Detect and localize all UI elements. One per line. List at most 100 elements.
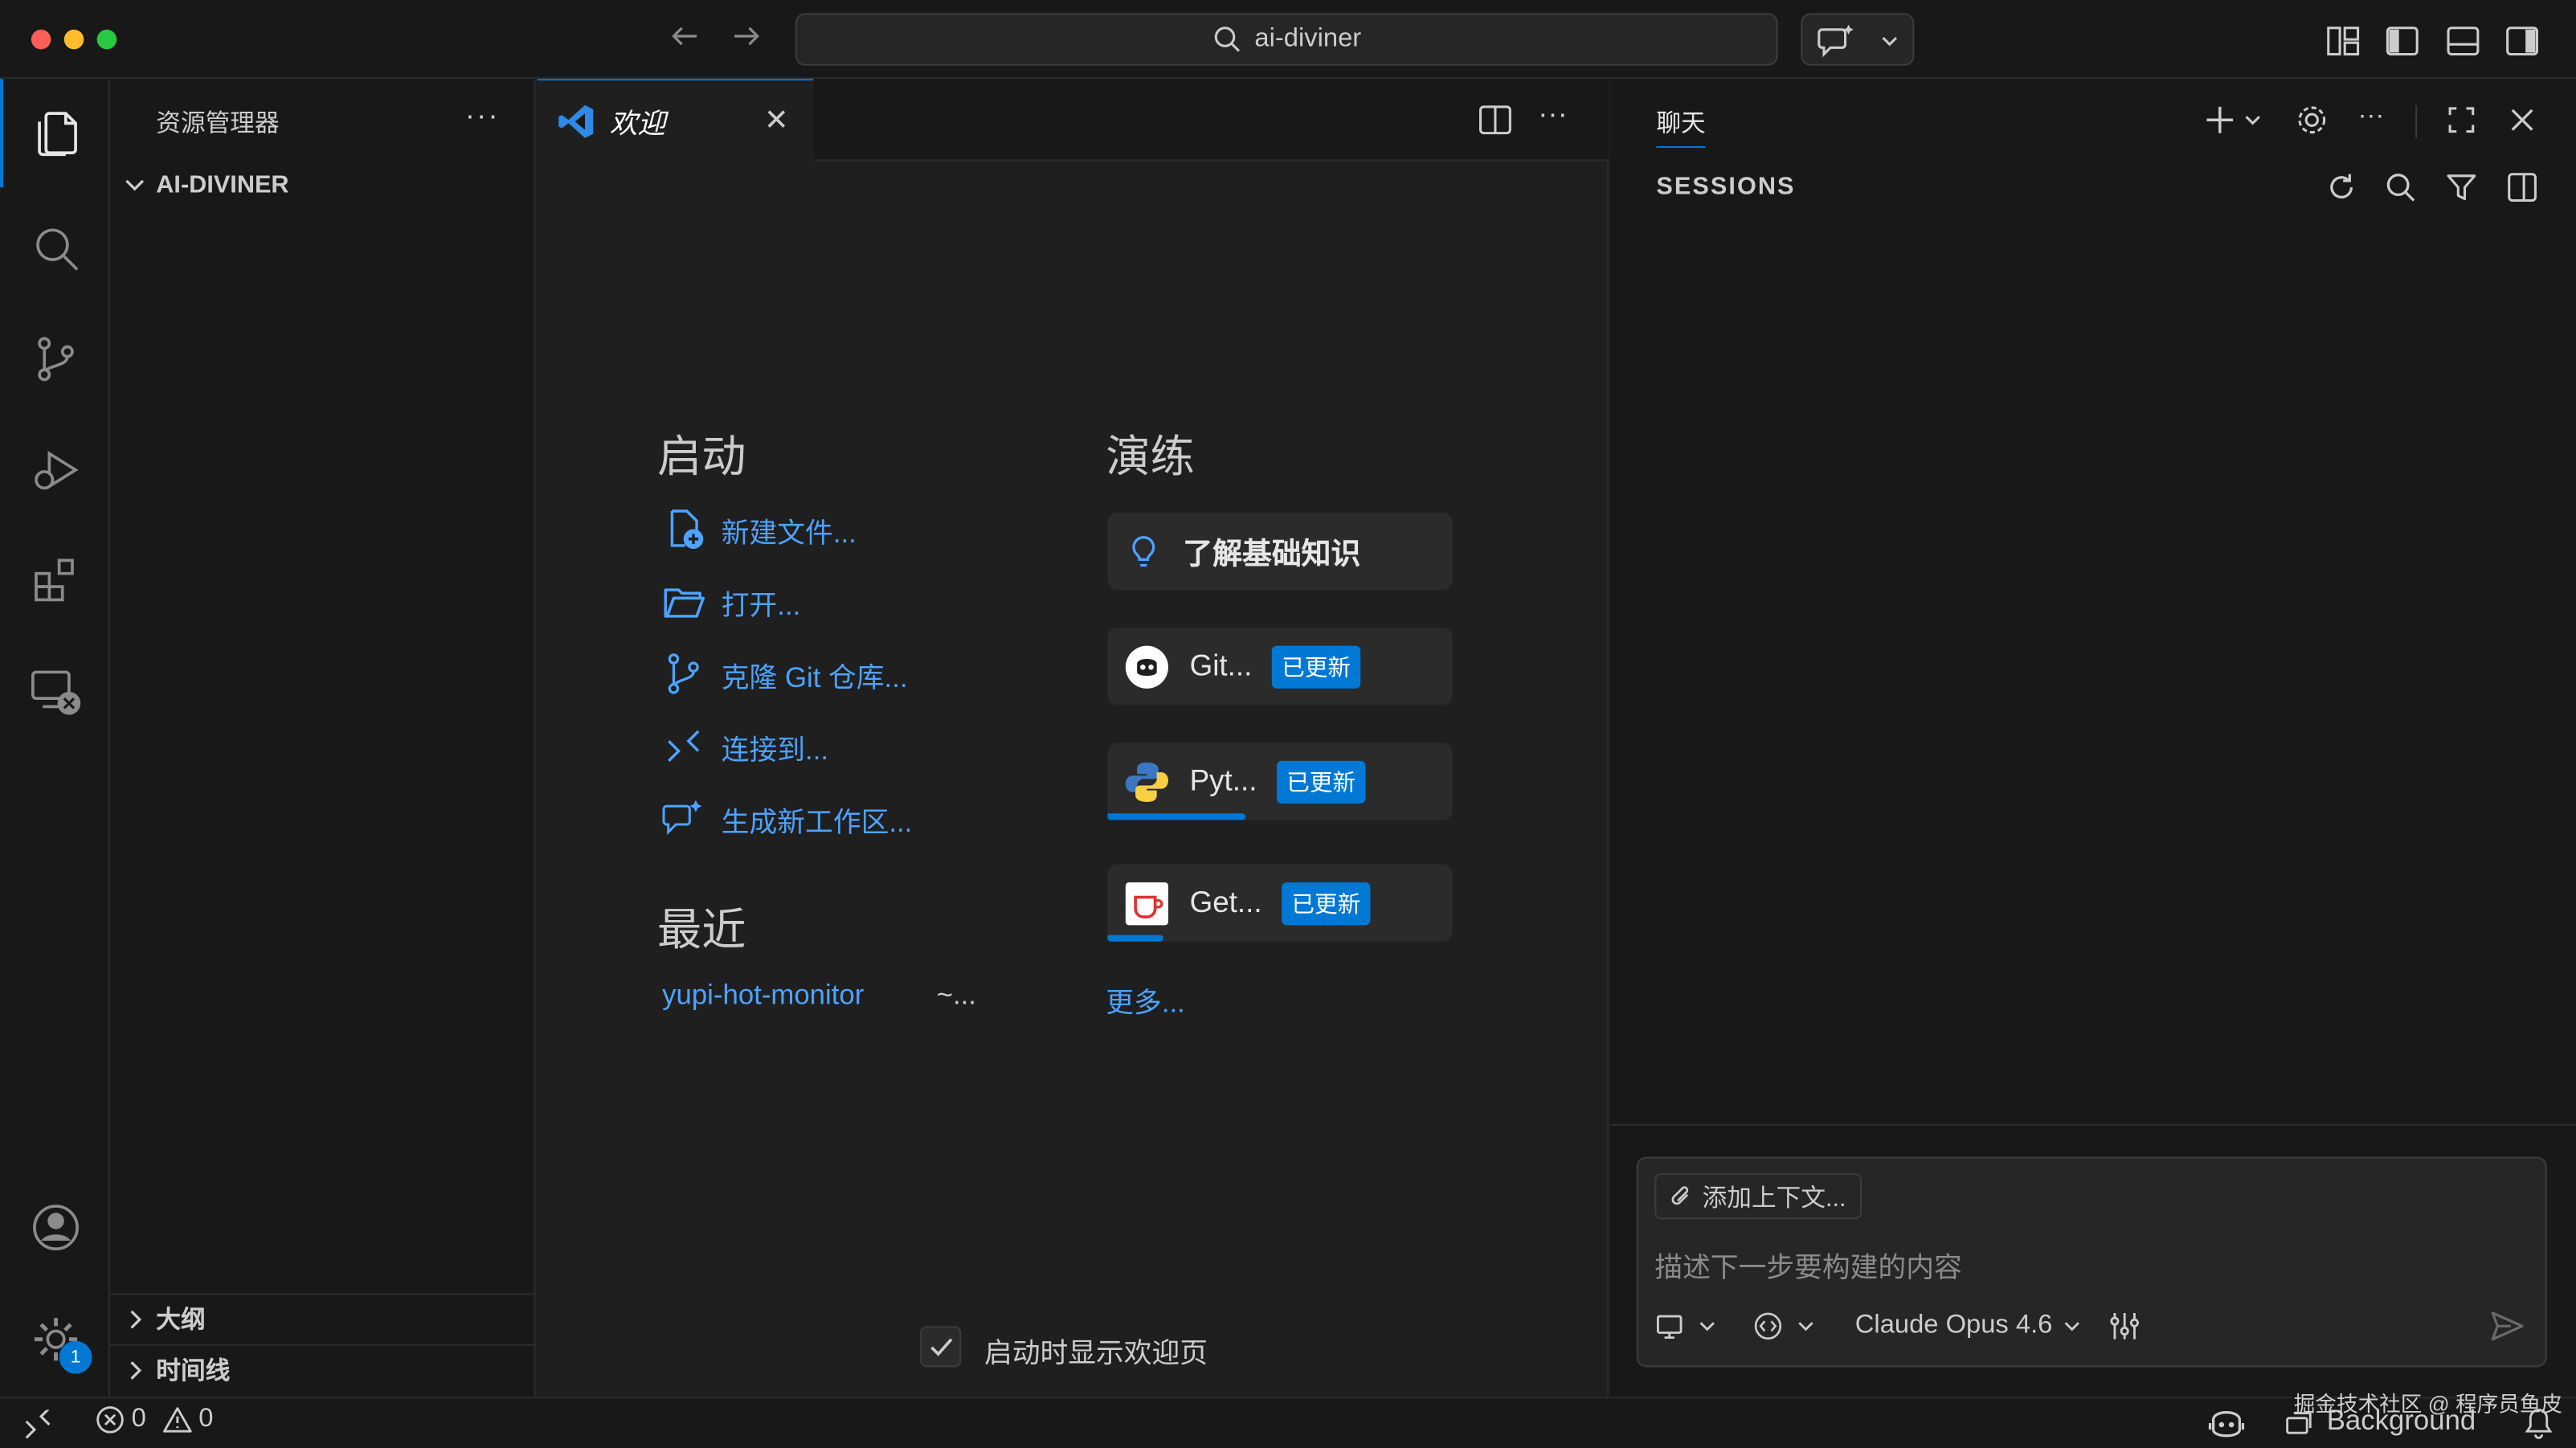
generate-workspace-link[interactable]: 生成新工作区... [662,797,912,840]
timeline-label: 时间线 [156,1357,231,1385]
walkthroughs-heading: 演练 [1106,432,1195,482]
workspace-name: ai-diviner [1254,24,1362,53]
source-control-icon [662,652,705,695]
walkthrough-python[interactable]: Pyt... 已更新 [1107,742,1453,820]
run-debug-icon[interactable] [0,415,110,524]
new-chat-plus-icon[interactable] [2202,102,2238,138]
connect-to-label: 连接到... [721,734,829,765]
tab-label: 欢迎 [609,108,666,140]
show-on-startup-checkbox[interactable] [920,1326,962,1368]
connect-to-link[interactable]: 连接到... [662,725,828,767]
explorer-icon[interactable] [0,79,110,188]
code-icon [1753,1311,1783,1341]
maximize-window-button[interactable] [96,29,117,50]
remote-explorer-icon[interactable] [0,637,110,746]
tab-chat[interactable]: 聊天 [1656,105,1706,149]
outline-section[interactable]: 大纲 [110,1293,536,1342]
extensions-icon[interactable] [0,526,110,634]
new-file-label: 新建文件... [721,517,857,549]
toggle-panel-icon[interactable] [2445,23,2480,56]
updated-badge: 已更新 [1276,759,1366,803]
problems-indicator[interactable]: 0 0 [96,1405,214,1434]
warning-icon [162,1405,192,1434]
recent-project-path: ~... [936,979,976,1011]
toggle-sessions-panel-icon[interactable] [2504,170,2541,206]
walkthrough-python-label: Pyt... [1189,763,1257,797]
walkthrough-github-label: Git... [1189,648,1253,682]
minimize-window-button[interactable] [63,29,84,50]
folder-open-icon [662,580,705,623]
new-file-link[interactable]: 新建文件... [662,508,857,550]
walkthrough-progress-bar [1107,935,1163,942]
open-link[interactable]: 打开... [662,580,800,623]
clone-git-label: 克隆 Git 仓库... [721,661,908,693]
search-icon[interactable] [0,194,110,302]
workspace-folder[interactable]: AI-DIVINER [123,171,289,198]
tab-welcome[interactable]: 欢迎 ✕ [537,79,814,162]
error-icon [96,1405,125,1434]
customize-layout-icon[interactable] [2325,23,2360,56]
chevron-right-icon [123,1307,146,1331]
close-icon[interactable] [2504,102,2541,138]
walkthrough-progress-bar [1107,813,1246,820]
refresh-icon[interactable] [2324,170,2360,206]
back-arrow-icon[interactable] [667,18,703,54]
maximize-icon[interactable] [2443,102,2480,138]
source-control-icon[interactable] [0,304,110,412]
forward-arrow-icon[interactable] [728,18,764,54]
command-center-search[interactable]: ai-diviner [795,13,1778,66]
target-picker[interactable] [1654,1311,1717,1341]
close-icon[interactable]: ✕ [764,104,789,138]
chat-more-button[interactable]: ··· [2353,99,2389,135]
show-on-startup-label: 启动时显示欢迎页 [983,1337,1208,1369]
chat-divider [1610,1123,2576,1126]
add-context-button[interactable]: 添加上下文... [1654,1173,1861,1220]
chat-input-box[interactable]: 添加上下文... 描述下一步要构建的内容 Claude Opus 4.6 [1636,1156,2547,1368]
walkthrough-java[interactable]: Get... 已更新 [1107,864,1453,942]
model-picker[interactable]: Claude Opus 4.6 [1855,1311,2082,1341]
manage-gear-icon[interactable] [0,1285,110,1393]
walkthrough-github[interactable]: Git... 已更新 [1107,628,1453,706]
toggle-primary-sidebar-icon[interactable] [2384,23,2419,56]
walkthrough-basics-label: 了解基础知识 [1183,536,1361,570]
send-icon[interactable] [2489,1310,2525,1343]
walkthrough-java-label: Get... [1189,886,1262,919]
chevron-down-icon [2063,1316,2083,1336]
chevron-down-icon[interactable] [2241,102,2264,138]
search-icon[interactable] [2382,170,2419,206]
split-editor-icon[interactable] [1477,102,1513,138]
toggle-secondary-sidebar-icon[interactable] [2504,23,2539,56]
remote-indicator-icon[interactable] [0,1398,76,1447]
outline-label: 大纲 [156,1306,206,1335]
clone-git-link[interactable]: 克隆 Git 仓库... [662,652,908,695]
agent-mode-picker[interactable] [1753,1311,1816,1341]
activity-bar [0,79,111,1397]
gear-icon[interactable] [2294,102,2330,138]
sidebar-title: 资源管理器 [156,110,280,138]
start-heading: 启动 [657,432,746,482]
editor-more-button[interactable]: ··· [1538,97,1568,132]
copilot-status-icon[interactable] [2206,1405,2246,1441]
chat-sparkle-icon [662,797,705,840]
new-file-icon [662,508,705,550]
recent-project-link[interactable]: yupi-hot-monitor [662,980,864,1012]
sidebar-more-button[interactable]: ··· [465,99,500,133]
model-name: Claude Opus 4.6 [1854,1311,2053,1340]
chat-panel: 聊天 ··· SESSIONS 添加上下文... 描述下一步要构建的内容 Cla… [1610,79,2576,1397]
open-label: 打开... [721,589,801,620]
toolbar-divider [2415,104,2418,138]
add-context-label: 添加上下文... [1702,1184,1846,1213]
explorer-sidebar: 资源管理器 ··· AI-DIVINER 大纲 时间线 [110,79,536,1397]
lightbulb-icon [1124,532,1163,571]
timeline-section[interactable]: 时间线 [110,1344,536,1393]
walkthrough-basics[interactable]: 了解基础知识 [1107,513,1453,591]
more-walkthroughs-link[interactable]: 更多... [1106,980,1185,1021]
github-copilot-icon [1124,644,1170,689]
tools-icon[interactable] [2108,1310,2141,1343]
chat-input-field[interactable]: 描述下一步要构建的内容 [1654,1244,1961,1285]
chat-menu-button[interactable] [1801,13,1915,66]
filter-icon[interactable] [2443,170,2480,206]
account-icon[interactable] [0,1173,110,1282]
close-window-button[interactable] [31,29,51,50]
warning-count: 0 [198,1405,214,1434]
